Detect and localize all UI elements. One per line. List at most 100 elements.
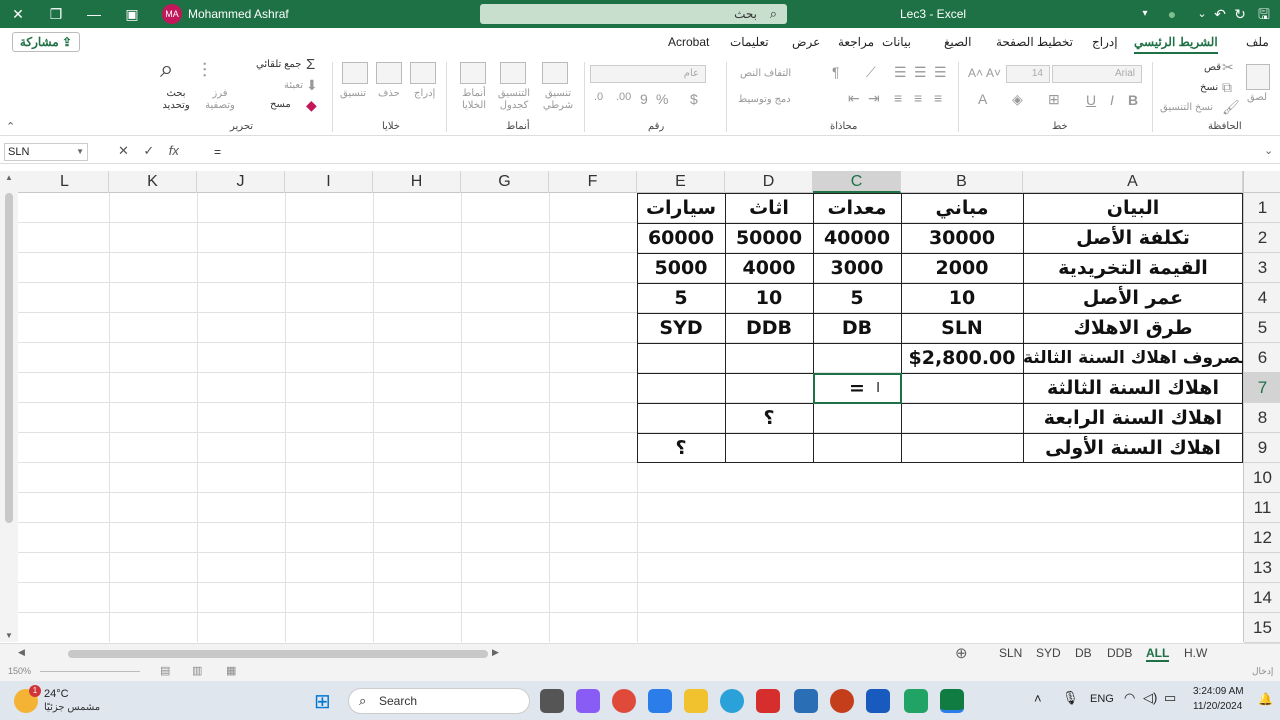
format-cells-button[interactable]: تنسيق [340,88,366,99]
scroll-down-icon[interactable]: ▼ [5,631,13,640]
name-box[interactable]: SLN ▼ [4,143,88,161]
clear-button[interactable]: مسح [270,99,291,110]
cell-e2[interactable]: 60000 [637,223,725,253]
horizontal-scroll-thumb[interactable] [68,650,488,658]
chrome-icon[interactable] [612,689,636,713]
scroll-left-icon[interactable]: ◀ [18,647,25,658]
cell-e5[interactable]: SYD [637,313,725,343]
font-size-select[interactable]: 14 [1006,65,1050,83]
column-header-k[interactable]: K [109,171,197,193]
autosum-icon[interactable]: Σ [306,56,315,73]
delete-cells-icon[interactable] [376,62,402,84]
notifications-icon[interactable]: 🔔 [1258,692,1273,706]
find-select-icon[interactable]: ⌕ [160,56,173,84]
cell-styles-button[interactable]: أنماط الخلايا [454,88,494,112]
cell-a7[interactable]: اهلاك السنة الثالثة [1023,373,1243,403]
cell-d3[interactable]: 4000 [725,253,813,283]
align-top-icon[interactable]: ☰ [934,64,947,81]
sheet-tab-sln[interactable]: SLN [999,646,1022,660]
merge-center-button[interactable]: دمج وتوسيط [738,94,791,105]
tab-formulas[interactable]: الصيغ [944,35,971,49]
cell-a2[interactable]: تكلفة الأصل [1023,223,1243,253]
column-header-i[interactable]: I [285,171,373,193]
cell-d4[interactable]: 10 [725,283,813,313]
cell-d5[interactable]: DDB [725,313,813,343]
cancel-entry-icon[interactable]: ✕ [118,143,129,158]
confirm-entry-icon[interactable]: ✓ [143,143,154,158]
cell-e3[interactable]: 5000 [637,253,725,283]
format-as-table-button[interactable]: التنسيق كجدول [494,88,534,112]
word-icon[interactable] [866,689,890,713]
column-header-c[interactable]: C [813,171,901,193]
column-header-d[interactable]: D [725,171,813,193]
scroll-up-icon[interactable]: ▲ [5,173,13,182]
zoom-level[interactable]: 150% [8,666,31,676]
font-color-icon[interactable]: A [978,91,987,107]
conditional-formatting-icon[interactable] [542,62,568,84]
volume-icon[interactable]: ◁) [1143,690,1157,706]
column-header-l[interactable]: L [21,171,109,193]
row-header[interactable]: 9 [1244,433,1280,463]
select-all-corner[interactable] [1243,171,1280,193]
cell-b1[interactable]: مباني [901,193,1023,223]
orientation-icon[interactable]: ⟋ [866,64,876,81]
column-header-a[interactable]: A [1023,171,1243,193]
normal-view-icon[interactable]: ▦ [226,664,236,677]
sort-filter-button[interactable]: فرز وتصفية [198,88,242,112]
row-header[interactable]: 12 [1244,523,1280,553]
cell-c1[interactable]: معدات [813,193,901,223]
excel-alt-icon[interactable] [904,689,928,713]
align-center-icon[interactable]: ≡ [914,90,922,106]
search-box[interactable]: بحث ⌕ [480,4,787,24]
conditional-formatting-button[interactable]: تنسيق شرطي [538,88,578,112]
row-header[interactable]: 4 [1244,283,1280,313]
active-cell-c7[interactable] [813,373,902,404]
cell-a8[interactable]: اهلاك السنة الرابعة [1023,403,1243,433]
row-header[interactable]: 8 [1244,403,1280,433]
sheet-tab-hw[interactable]: H.W [1184,646,1207,660]
find-select-button[interactable]: بحث وتحديد [158,88,194,112]
cell-d1[interactable]: اثاث [725,193,813,223]
insert-cells-icon[interactable] [410,62,436,84]
zoom-slider[interactable] [40,671,140,672]
wifi-icon[interactable]: ◠ [1124,690,1135,706]
fill-button[interactable]: تعبئة [284,80,303,91]
font-name-select[interactable]: Arial [1052,65,1142,83]
wrap-text-button[interactable]: التفاف النص [740,68,791,79]
formula-input[interactable]: = [214,145,221,159]
column-header-g[interactable]: G [461,171,549,193]
row-header[interactable]: 5 [1244,313,1280,343]
tab-view[interactable]: عرض [792,35,820,49]
row-header[interactable]: 15 [1244,613,1280,643]
comma-style-icon[interactable]: 9 [640,91,648,107]
column-header-h[interactable]: H [373,171,461,193]
battery-icon[interactable]: ▭ [1164,690,1176,706]
tab-acrobat[interactable]: Acrobat [668,35,709,49]
currency-icon[interactable]: $ [690,91,698,107]
page-break-view-icon[interactable]: ▤ [160,664,170,677]
add-sheet-icon[interactable]: ⊕ [955,644,968,662]
scroll-right-icon[interactable]: ▶ [492,647,499,658]
cell-d2[interactable]: 50000 [725,223,813,253]
indent-icon[interactable]: ⇥ [868,90,880,107]
close-window-icon[interactable]: ✕ [6,4,30,24]
row-header[interactable]: 3 [1244,253,1280,283]
sort-filter-icon[interactable]: ⫶ [202,60,207,83]
percent-icon[interactable]: % [656,91,668,107]
cell-b5[interactable]: SLN [901,313,1023,343]
clock-date[interactable]: 11/20/2024 [1193,701,1242,712]
row-header[interactable]: 11 [1244,493,1280,523]
autosum-button[interactable]: جمع تلقائي [256,59,301,70]
tab-review[interactable]: مراجعة [838,35,874,49]
avatar[interactable]: MA [162,4,182,24]
underline-icon[interactable]: U [1086,92,1096,108]
align-bottom-icon[interactable]: ☰ [894,64,907,81]
cell-a9[interactable]: اهلاك السنة الأولى [1023,433,1243,463]
redo-icon[interactable]: ↻ [1228,4,1252,24]
fill-color-icon[interactable]: ◈ [1012,91,1023,108]
page-layout-view-icon[interactable]: ▥ [192,664,202,677]
acrobat-icon[interactable] [756,689,780,713]
file-explorer-icon[interactable] [684,689,708,713]
format-cells-icon[interactable] [342,62,368,84]
edge-icon[interactable] [720,689,744,713]
